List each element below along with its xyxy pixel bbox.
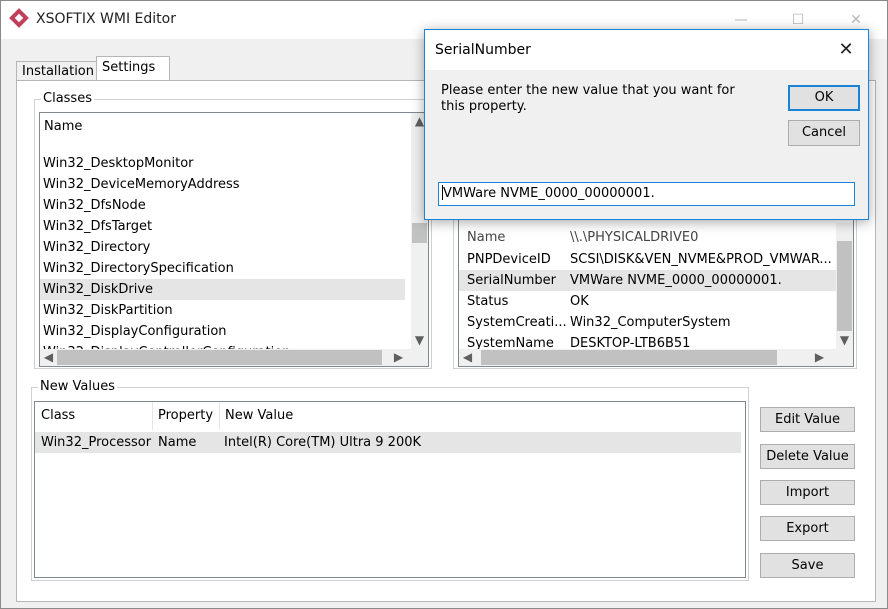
new-value-value: Intel(R) Core(TM) Ultra 9 200K [224,435,422,450]
scroll-down-icon[interactable]: ▼ [836,332,853,349]
dialog-title-bar: SerialNumber ✕ [425,30,868,70]
new-values-group-label: New Values [38,379,117,394]
export-button[interactable]: Export [760,516,855,541]
new-values-list[interactable]: Class Property New Value Win32_Processor… [34,401,746,578]
app-title: XSOFTIX WMI Editor [36,11,176,27]
scroll-left-icon[interactable]: ◀ [40,349,57,366]
save-button[interactable]: Save [760,553,855,578]
class-item[interactable]: Win32_Directory [40,237,405,258]
classes-group: Classes Name Win32_DesktopMonitor Win32_… [34,91,432,369]
new-value-row[interactable]: Win32_Processor Name Intel(R) Core(TM) U… [35,432,741,453]
property-value: Win32_ComputerSystem [570,315,731,330]
property-name: Status [467,294,509,309]
edit-value-dialog: SerialNumber ✕ Please enter the new valu… [424,29,869,220]
scroll-right-icon[interactable]: ▶ [390,349,407,366]
property-name: PNPDeviceID [467,252,551,267]
ok-button[interactable]: OK [788,85,860,111]
class-item[interactable]: Win32_DfsNode [40,195,405,216]
properties-vertical-scrollbar[interactable]: ▼ [836,223,853,349]
scroll-thumb[interactable] [57,350,382,365]
column-header-property[interactable]: Property [152,402,220,430]
app-logo-icon [9,8,29,28]
class-item[interactable]: Win32_DeviceMemoryAddress [40,174,405,195]
new-value-class: Win32_Processor [41,435,152,450]
dialog-close-icon[interactable]: ✕ [835,39,857,61]
close-button[interactable]: ✕ [846,10,866,30]
classes-horizontal-scrollbar[interactable]: ◀ ▶ [40,349,428,366]
class-item[interactable]: Win32_DiskPartition [40,300,405,321]
class-item[interactable]: Win32_DfsTarget [40,216,405,237]
import-button[interactable]: Import [760,480,855,505]
property-name: SerialNumber [467,273,557,288]
scroll-thumb[interactable] [412,223,427,243]
scroll-left-icon[interactable]: ◀ [459,349,476,366]
edit-value-button[interactable]: Edit Value [760,407,855,432]
property-row[interactable]: Status OK [459,291,837,312]
property-value: SCSI\DISK&VEN_NVME&PROD_VMWAR... [570,252,832,267]
column-header-new-value[interactable]: New Value [219,402,525,430]
column-header-class[interactable]: Class [41,402,151,430]
classes-group-label: Classes [41,91,94,106]
scroll-right-icon[interactable]: ▶ [811,349,828,366]
class-item[interactable]: Win32_DesktopMonitor [40,153,405,174]
class-item-selected[interactable]: Win32_DiskDrive [40,279,405,300]
property-row[interactable]: PNPDeviceID SCSI\DISK&VEN_NVME&PROD_VMWA… [459,249,837,270]
scroll-thumb[interactable] [481,350,777,365]
classes-column-header[interactable]: Name [40,113,410,141]
scroll-down-icon[interactable]: ▼ [411,332,428,349]
delete-value-button[interactable]: Delete Value [760,444,855,469]
maximize-button[interactable]: ☐ [788,10,808,30]
tab-settings[interactable]: Settings [96,56,170,82]
dialog-prompt: Please enter the new value that you want… [441,83,735,114]
properties-horizontal-scrollbar[interactable]: ◀ ▶ [459,349,853,366]
new-value-input[interactable]: VMWare NVME_0000_00000001. [438,182,855,206]
minimize-button[interactable]: — [731,10,751,30]
dialog-title: SerialNumber [435,42,531,58]
property-row-selected[interactable]: SerialNumber VMWare NVME_0000_00000001. [459,270,837,291]
scroll-thumb[interactable] [837,241,852,331]
property-value: VMWare NVME_0000_00000001. [570,273,782,288]
new-value-input-text: VMWare NVME_0000_00000001. [443,186,655,201]
property-name: SystemCreati... [467,315,567,330]
property-value: \\.\PHYSICALDRIVE0 [570,230,699,245]
property-row[interactable]: SystemCreati... Win32_ComputerSystem [459,312,837,333]
new-value-property: Name [158,435,197,450]
property-value: OK [570,294,589,309]
new-values-group: New Values Class Property New Value Win3… [31,379,749,581]
cancel-button[interactable]: Cancel [788,120,860,146]
class-item[interactable]: Win32_DisplayConfiguration [40,321,405,342]
class-item[interactable]: Win32_DirectorySpecification [40,258,405,279]
classes-list[interactable]: Name Win32_DesktopMonitor Win32_DeviceMe… [39,112,429,367]
